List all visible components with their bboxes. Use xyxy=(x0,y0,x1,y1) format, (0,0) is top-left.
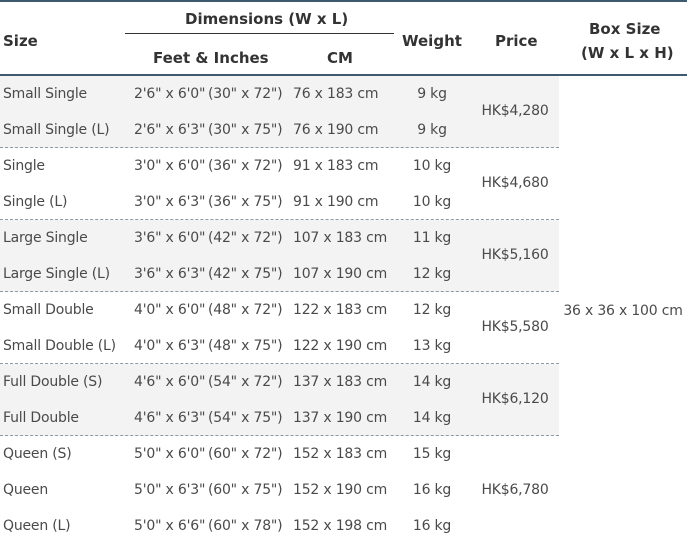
size-price-table: Dimensions (W x L) Size Feet & Inches CM… xyxy=(0,0,687,543)
size-group: Full Double (S) 4'6" x 6'0" (54" x 72") 137… xyxy=(0,364,559,436)
feet-cell: 5'0" x 6'6" xyxy=(134,518,206,534)
cm-cell: 122 x 190 cm xyxy=(293,338,388,354)
header-dimensions: Dimensions (W x L) xyxy=(185,10,349,28)
weight-cell: 16 kg xyxy=(412,482,452,498)
inches-cell: (36" x 72") xyxy=(208,158,283,174)
inches-cell: (48" x 72") xyxy=(208,302,283,318)
weight-cell: 9 kg xyxy=(417,86,447,102)
header-feet-inches: Feet & Inches xyxy=(153,49,269,67)
header-cm: CM xyxy=(327,49,353,67)
inches-cell: (30" x 72") xyxy=(208,86,283,102)
feet-cell: 5'0" x 6'0" xyxy=(134,446,206,462)
weight-cell: 12 kg xyxy=(412,302,452,318)
header-size: Size xyxy=(3,32,38,50)
size-group: Small Single 2'6" x 6'0" (30" x 72") 76 x 1… xyxy=(0,76,559,148)
cm-cell: 91 x 183 cm xyxy=(293,158,379,174)
cm-cell: 76 x 183 cm xyxy=(293,86,379,102)
cm-cell: 137 x 183 cm xyxy=(293,374,388,390)
weight-cell: 12 kg xyxy=(412,266,452,282)
inches-cell: (42" x 75") xyxy=(208,266,283,282)
feet-cell: 3'0" x 6'3" xyxy=(134,194,206,210)
inches-cell: (48" x 75") xyxy=(208,338,283,354)
weight-cell: 10 kg xyxy=(412,158,452,174)
weight-cell: 14 kg xyxy=(412,410,452,426)
header-box-size-dims: (W x L x H) xyxy=(581,44,674,62)
cm-cell: 152 x 183 cm xyxy=(293,446,388,462)
cm-cell: 76 x 190 cm xyxy=(293,122,379,138)
inches-cell: (30" x 75") xyxy=(208,122,283,138)
size-cell: Queen xyxy=(3,482,48,498)
size-cell: Small Double xyxy=(3,302,94,318)
price-cell: HK$4,680 xyxy=(481,175,549,191)
inches-cell: (60" x 72") xyxy=(208,446,283,462)
weight-cell: 10 kg xyxy=(412,194,452,210)
weight-cell: 9 kg xyxy=(417,122,447,138)
size-cell: Single xyxy=(3,158,45,174)
cm-cell: 137 x 190 cm xyxy=(293,410,388,426)
feet-cell: 2'6" x 6'3" xyxy=(134,122,206,138)
feet-cell: 2'6" x 6'0" xyxy=(134,86,206,102)
feet-cell: 3'6" x 6'0" xyxy=(134,230,206,246)
cm-cell: 107 x 183 cm xyxy=(293,230,388,246)
size-group: Queen (S) 5'0" x 6'0" (60" x 72") 152 x 183… xyxy=(0,436,559,545)
feet-cell: 4'6" x 6'3" xyxy=(134,410,206,426)
feet-cell: 3'6" x 6'3" xyxy=(134,266,206,282)
size-group: Large Single 3'6" x 6'0" (42" x 72") 107 x … xyxy=(0,220,559,292)
size-cell: Full Double (S) xyxy=(3,374,103,390)
size-cell: Queen (S) xyxy=(3,446,72,462)
size-cell: Full Double xyxy=(3,410,79,426)
cm-cell: 122 x 183 cm xyxy=(293,302,388,318)
cm-cell: 107 x 190 cm xyxy=(293,266,388,282)
size-cell: Single (L) xyxy=(3,194,68,210)
inches-cell: (54" x 72") xyxy=(208,374,283,390)
feet-cell: 4'6" x 6'0" xyxy=(134,374,206,390)
weight-cell: 14 kg xyxy=(412,374,452,390)
header-box-size: Box Size xyxy=(589,20,661,38)
cm-cell: 91 x 190 cm xyxy=(293,194,379,210)
inches-cell: (42" x 72") xyxy=(208,230,283,246)
weight-cell: 13 kg xyxy=(412,338,452,354)
header-price: Price xyxy=(495,32,538,50)
size-cell: Large Single (L) xyxy=(3,266,110,282)
size-cell: Small Single (L) xyxy=(3,122,110,138)
price-cell: HK$6,780 xyxy=(481,482,549,498)
feet-cell: 3'0" x 6'0" xyxy=(134,158,206,174)
box-size-value: 36 x 36 x 100 cm xyxy=(563,302,683,319)
inches-cell: (54" x 75") xyxy=(208,410,283,426)
inches-cell: (60" x 75") xyxy=(208,482,283,498)
feet-cell: 5'0" x 6'3" xyxy=(134,482,206,498)
weight-cell: 11 kg xyxy=(412,230,452,246)
price-cell: HK$4,280 xyxy=(481,103,549,119)
inches-cell: (60" x 78") xyxy=(208,518,283,534)
dimensions-divider xyxy=(125,33,394,34)
header-weight: Weight xyxy=(402,32,462,50)
size-cell: Small Double (L) xyxy=(3,338,116,354)
size-group: Small Double 4'0" x 6'0" (48" x 72") 122 x … xyxy=(0,292,559,364)
inches-cell: (36" x 75") xyxy=(208,194,283,210)
feet-cell: 4'0" x 6'3" xyxy=(134,338,206,354)
weight-cell: 16 kg xyxy=(412,518,452,534)
price-cell: HK$6,120 xyxy=(481,391,549,407)
size-cell: Queen (L) xyxy=(3,518,71,534)
feet-cell: 4'0" x 6'0" xyxy=(134,302,206,318)
cm-cell: 152 x 198 cm xyxy=(293,518,388,534)
price-cell: HK$5,160 xyxy=(481,247,549,263)
price-cell: HK$5,580 xyxy=(481,319,549,335)
size-cell: Small Single xyxy=(3,86,87,102)
size-cell: Large Single xyxy=(3,230,88,246)
cm-cell: 152 x 190 cm xyxy=(293,482,388,498)
size-group: Single 3'0" x 6'0" (36" x 72") 91 x 183 cm 1… xyxy=(0,148,559,220)
weight-cell: 15 kg xyxy=(412,446,452,462)
